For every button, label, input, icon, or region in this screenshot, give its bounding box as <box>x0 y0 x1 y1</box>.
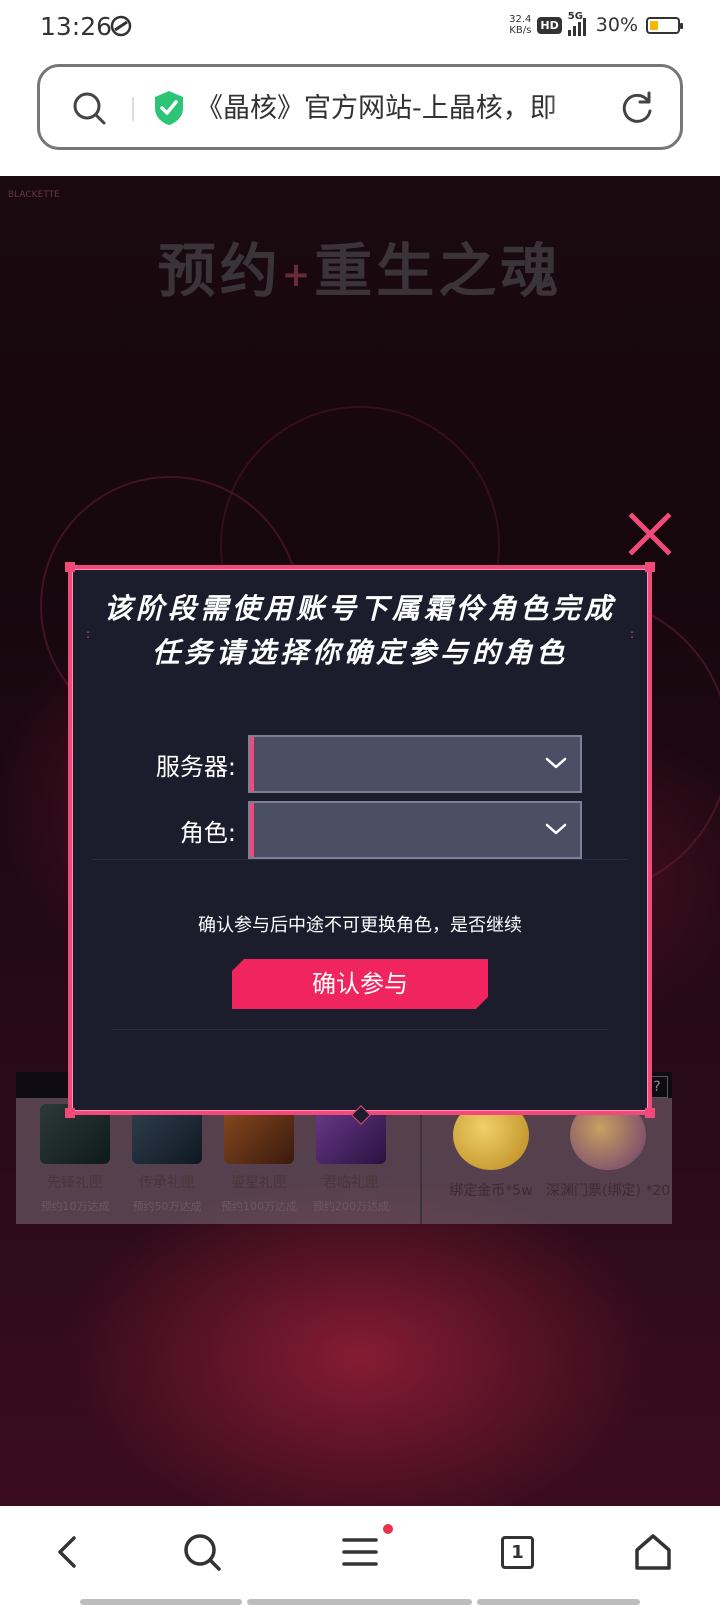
gesture-bar <box>477 1599 640 1605</box>
role-select-dialog: : : 该阶段需使用账号下属霜伶角色完成 任务请选择你确定参与的角色 服务器: … <box>65 562 655 1125</box>
address-bar[interactable]: 《晶核》官方网站-上晶核，即 <box>37 64 683 150</box>
gift-name: 先锋礼匣 <box>47 1175 103 1191</box>
dialog-title-line2: 任务请选择你确定参与的角色 <box>151 636 568 669</box>
gift-condition: 预约10万达成 <box>40 1200 110 1213</box>
gesture-bar <box>247 1599 472 1605</box>
gift-item[interactable]: 鎏星礼匣 预约100万达成 <box>214 1098 304 1214</box>
confirm-participate-button[interactable]: 确认参与 <box>232 959 488 1009</box>
battery-percent: 30% <box>595 14 638 36</box>
dialog-corner <box>645 1108 655 1118</box>
notification-dot <box>383 1524 393 1534</box>
chevron-down-icon <box>545 757 567 769</box>
gift-name: 传承礼匣 <box>139 1175 195 1191</box>
address-separator <box>132 97 134 121</box>
back-icon[interactable] <box>46 1530 90 1574</box>
dialog-corner <box>65 562 75 572</box>
role-label: 角色: <box>179 819 236 847</box>
server-field-row: 服务器: <box>72 735 648 793</box>
rewards-body: 先锋礼匣 预约10万达成 传承礼匣 预约50万达成 鎏星礼匣 预约100万达成 … <box>16 1098 672 1224</box>
search-icon[interactable] <box>70 89 108 127</box>
hd-badge: HD <box>537 16 562 34</box>
browser-bottom-nav: 1 <box>0 1506 720 1605</box>
reload-icon[interactable] <box>618 89 656 127</box>
gift-condition: 预约100万达成 <box>221 1200 297 1213</box>
server-select[interactable] <box>248 735 582 793</box>
battery-icon <box>646 16 683 34</box>
gift-condition: 预约200万达成 <box>313 1200 389 1213</box>
brand-mark: BLACKETTE <box>8 190 60 200</box>
banner-title-right: 重生之魂 <box>314 237 563 305</box>
network-speed: 32.4 KB/s <box>509 14 531 36</box>
page-title[interactable]: 《晶核》官方网站-上晶核，即 <box>196 89 596 129</box>
status-time: 13:26 <box>40 12 113 41</box>
banner-title-left: 预约 <box>157 237 282 305</box>
banner-title-plus: + <box>281 254 315 295</box>
status-bar: 13:26 32.4 KB/s HD 5G 30% <box>0 0 720 58</box>
dialog-title-line1: 该阶段需使用账号下属霜伶角色完成 <box>103 592 616 625</box>
dialog-corner <box>645 562 655 572</box>
gift-item[interactable]: 传承礼匣 预约50万达成 <box>122 1098 212 1214</box>
home-icon[interactable] <box>631 1530 675 1574</box>
gift-name: 君临礼匣 <box>323 1175 379 1191</box>
menu-icon[interactable] <box>338 1530 382 1574</box>
reward-name: 绑定金币*5w <box>449 1183 533 1199</box>
network-speed-value: 32.4 <box>509 14 532 25</box>
gesture-bar <box>80 1599 242 1605</box>
tabs-button[interactable]: 1 <box>501 1536 534 1569</box>
gift-item[interactable]: 先锋礼匣 预约10万达成 <box>30 1098 120 1214</box>
reward-name: 深渊门票(绑定) *20 <box>546 1183 671 1199</box>
chevron-down-icon <box>545 823 567 835</box>
gift-name: 鎏星礼匣 <box>231 1175 287 1191</box>
warning-text: 确认参与后中途不可更换角色，是否继续 <box>198 915 522 936</box>
dialog-corner <box>65 1108 75 1118</box>
security-shield-icon <box>155 91 183 125</box>
dialog-title: 该阶段需使用账号下属霜伶角色完成 任务请选择你确定参与的角色 <box>72 587 648 675</box>
search-icon[interactable] <box>180 1530 224 1574</box>
server-label: 服务器: <box>155 753 236 781</box>
rewards-divider <box>420 1098 422 1224</box>
close-icon[interactable] <box>626 510 674 558</box>
banner-title: 预约+重生之魂 <box>0 224 720 308</box>
dialog-deco-line <box>112 1029 608 1030</box>
role-select[interactable] <box>248 801 582 859</box>
dialog-deco-line <box>92 859 628 860</box>
signal-icon: 5G <box>567 11 586 36</box>
gift-condition: 预约50万达成 <box>132 1200 202 1213</box>
app-notification-icon <box>110 15 132 37</box>
network-type: 5G <box>567 11 583 22</box>
battery-level <box>650 20 658 30</box>
role-field-row: 角色: <box>72 801 648 859</box>
network-speed-unit: KB/s <box>509 25 532 36</box>
status-indicators: 32.4 KB/s HD 5G 30% <box>509 11 683 36</box>
